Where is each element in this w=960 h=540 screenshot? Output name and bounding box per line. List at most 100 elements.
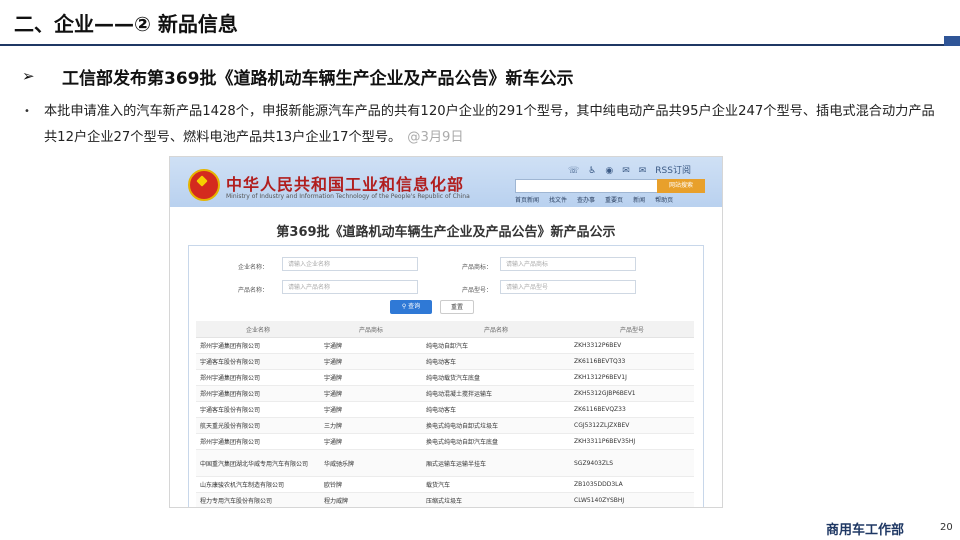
query-button[interactable]: ⚲ 查询 bbox=[390, 300, 432, 314]
rss-link[interactable]: RSS订阅 bbox=[655, 166, 691, 176]
site-search-input[interactable] bbox=[515, 179, 659, 193]
table-row[interactable]: 程力专用汽车股份有限公司 程力威牌 压缩式垃圾车 CLW5140ZYSBHJ bbox=[196, 492, 694, 507]
site-search-button[interactable]: 网站搜索 bbox=[657, 179, 705, 193]
col-company: 企业名称 bbox=[196, 321, 320, 338]
table-row[interactable]: 郑州宇通集团有限公司 宇通牌 纯电动载货汽车底盘 ZKH1312P6BEV1J bbox=[196, 369, 694, 386]
cell-product: 换电式纯电动自卸汽车底盘 bbox=[422, 433, 570, 450]
cell-brand: 华威驰乐牌 bbox=[320, 449, 422, 477]
table-row[interactable]: 航天重光股份有限公司 三力牌 换电式纯电动自卸式垃圾车 CGJ5312ZLJZXBEV bbox=[196, 417, 694, 434]
accessibility-icon[interactable]: ♿ bbox=[588, 166, 596, 176]
brand-label: 产品商标： bbox=[461, 264, 492, 271]
cell-company: 航天重光股份有限公司 bbox=[196, 417, 320, 434]
table-row[interactable]: 中国重汽集团湖北华威专用汽车有限公司 华威驰乐牌 厢式运输车运输半挂车 SGZ9403… bbox=[196, 449, 694, 477]
cell-product: 纯电动混凝土搅拌运输车 bbox=[422, 385, 570, 402]
wechat-icon[interactable]: ✉ bbox=[622, 166, 630, 176]
cell-product: 纯电动自卸汽车 bbox=[422, 337, 570, 354]
model-label: 产品型号： bbox=[461, 287, 492, 294]
cell-product: 纯电动客车 bbox=[422, 353, 570, 370]
title-accent bbox=[944, 36, 960, 46]
company-input[interactable]: 请输入企业名称 bbox=[282, 257, 418, 271]
brand-input[interactable]: 请输入产品商标 bbox=[500, 257, 636, 271]
cell-model: ZKH3311P6BEV35HJ bbox=[570, 433, 694, 450]
model-input[interactable]: 请输入产品型号 bbox=[500, 280, 636, 294]
cell-product: 厢式运输车运输半挂车 bbox=[422, 449, 570, 477]
dot-bullet-icon: • bbox=[24, 106, 30, 117]
nav-item[interactable]: 查办事 bbox=[577, 197, 595, 204]
col-model: 产品型号 bbox=[570, 321, 694, 338]
cell-company: 宇通客车股份有限公司 bbox=[196, 401, 320, 418]
product-input[interactable]: 请输入产品名称 bbox=[282, 280, 418, 294]
cell-product: 换电式纯电动自卸式垃圾车 bbox=[422, 417, 570, 434]
miit-website-screenshot: 中华人民共和国工业和信息化部 Ministry of Industry and … bbox=[169, 156, 723, 508]
phone-icon[interactable]: ☏ bbox=[568, 166, 579, 176]
cell-brand: 三力牌 bbox=[320, 417, 422, 434]
ministry-name-en: Ministry of Industry and Information Tec… bbox=[226, 193, 470, 200]
table-row[interactable]: 山东康骏农机汽车制造有限公司 欧铃牌 载货汽车 ZB1035DDD3LA bbox=[196, 476, 694, 493]
col-brand: 产品商标 bbox=[320, 321, 422, 338]
cell-brand: 宇通牌 bbox=[320, 353, 422, 370]
cell-company: 宇通客车股份有限公司 bbox=[196, 353, 320, 370]
company-label: 企业名称： bbox=[237, 264, 268, 271]
cell-model: ZKH1312P6BEV1J bbox=[570, 369, 694, 386]
miit-header: 中华人民共和国工业和信息化部 Ministry of Industry and … bbox=[170, 157, 722, 207]
ministry-name: 中华人民共和国工业和信息化部 bbox=[226, 175, 465, 194]
page-number: 20 bbox=[940, 522, 953, 533]
nav-item[interactable]: 首页新闻 bbox=[515, 197, 539, 204]
summary-text: 本批申请准入的汽车新产品1428个，申报新能源汽车产品的共有120户企业的291… bbox=[44, 104, 935, 145]
cell-model: SGZ9403ZLS bbox=[570, 449, 694, 477]
table-row[interactable]: 郑州宇通集团有限公司 宇通牌 纯电动混凝土搅拌运输车 ZKH5312GJBP6BEV1 bbox=[196, 385, 694, 402]
cell-company: 郑州宇通集团有限公司 bbox=[196, 369, 320, 386]
title-underline bbox=[0, 44, 944, 46]
cell-company: 郑州宇通集团有限公司 bbox=[196, 433, 320, 450]
nav-item[interactable]: 找文件 bbox=[549, 197, 567, 204]
cell-company: 山东康骏农机汽车制造有限公司 bbox=[196, 476, 320, 493]
footer-department: 商用车工作部 bbox=[826, 523, 905, 538]
cell-brand: 宇通牌 bbox=[320, 369, 422, 386]
nav-item[interactable]: 帮助页 bbox=[655, 197, 673, 204]
table-row[interactable]: 郑州宇通集团有限公司 宇通牌 纯电动自卸汽车 ZKH3312P6BEV bbox=[196, 337, 694, 354]
nav-item[interactable]: 重要页 bbox=[605, 197, 623, 204]
cell-brand: 宇通牌 bbox=[320, 385, 422, 402]
table-row[interactable]: 宇通客车股份有限公司 宇通牌 纯电动客车 ZK6116BEVQZ33 bbox=[196, 401, 694, 418]
product-label: 产品名称： bbox=[237, 287, 268, 294]
cell-model: ZK6116BEVQZ33 bbox=[570, 401, 694, 418]
national-emblem-icon bbox=[188, 169, 220, 201]
cell-brand: 宇通牌 bbox=[320, 433, 422, 450]
table-row[interactable]: 宇通客车股份有限公司 宇通牌 纯电动客车 ZK6116BEVTQ33 bbox=[196, 353, 694, 370]
cell-company: 郑州宇通集团有限公司 bbox=[196, 337, 320, 354]
cell-product: 纯电动客车 bbox=[422, 401, 570, 418]
table-header-row: 企业名称 产品商标 产品名称 产品型号 bbox=[196, 321, 694, 338]
query-button-label: 查询 bbox=[408, 303, 421, 310]
mail-icon[interactable]: ✉ bbox=[639, 166, 647, 176]
results-table: 企业名称 产品商标 产品名称 产品型号 郑州宇通集团有限公司 宇通牌 纯电动自卸汽车… bbox=[196, 321, 694, 507]
col-product: 产品名称 bbox=[422, 321, 570, 338]
subheading: 工信部发布第369批《道路机动车辆生产企业及产品公告》新车公示 bbox=[62, 69, 574, 89]
notice-title: 第369批《道路机动车辆生产企业及产品公告》新产品公示 bbox=[276, 225, 616, 240]
cell-company: 中国重汽集团湖北华威专用汽车有限公司 bbox=[196, 449, 320, 477]
summary-paragraph: 本批申请准入的汽车新产品1428个，申报新能源汽车产品的共有120户企业的291… bbox=[44, 99, 944, 151]
cell-brand: 宇通牌 bbox=[320, 337, 422, 354]
cell-model: CGJ5312ZLJZXBEV bbox=[570, 417, 694, 434]
cell-brand: 宇通牌 bbox=[320, 401, 422, 418]
reset-button[interactable]: 重置 bbox=[440, 300, 474, 314]
header-nav: 首页新闻 找文件 查办事 重要页 新闻 帮助页 bbox=[515, 195, 683, 204]
slide-title: 二、企业——② 新品信息 bbox=[14, 12, 238, 36]
header-tools: ☏ ♿ ◉ ✉ ✉ RSS订阅 bbox=[568, 163, 700, 176]
cell-company: 程力专用汽车股份有限公司 bbox=[196, 492, 320, 507]
cell-model: ZB1035DDD3LA bbox=[570, 476, 694, 493]
cell-company: 郑州宇通集团有限公司 bbox=[196, 385, 320, 402]
cell-brand: 程力威牌 bbox=[320, 492, 422, 507]
cell-product: 纯电动载货汽车底盘 bbox=[422, 369, 570, 386]
table-row[interactable]: 郑州宇通集团有限公司 宇通牌 换电式纯电动自卸汽车底盘 ZKH3311P6BEV35H… bbox=[196, 433, 694, 450]
summary-date: @3月9日 bbox=[407, 130, 464, 145]
cell-model: CLW5140ZYSBHJ bbox=[570, 492, 694, 507]
cell-model: ZKH5312GJBP6BEV1 bbox=[570, 385, 694, 402]
cell-product: 压缩式垃圾车 bbox=[422, 492, 570, 507]
cell-model: ZKH3312P6BEV bbox=[570, 337, 694, 354]
cell-model: ZK6116BEVTQ33 bbox=[570, 353, 694, 370]
weibo-icon[interactable]: ◉ bbox=[605, 166, 613, 176]
arrow-bullet-icon: ➢ bbox=[22, 67, 35, 85]
cell-brand: 欧铃牌 bbox=[320, 476, 422, 493]
nav-item[interactable]: 新闻 bbox=[633, 197, 645, 204]
cell-product: 载货汽车 bbox=[422, 476, 570, 493]
